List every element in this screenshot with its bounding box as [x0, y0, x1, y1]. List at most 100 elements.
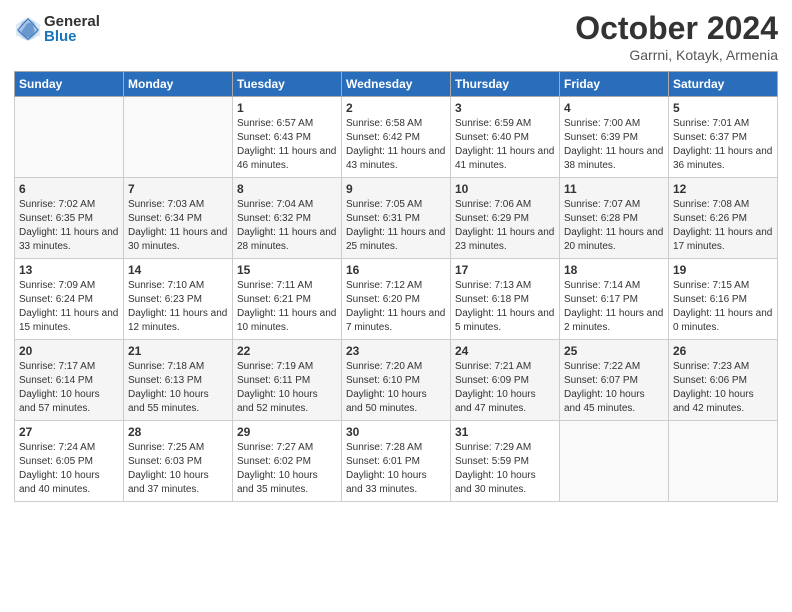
day-detail: Sunrise: 7:06 AMSunset: 6:29 PMDaylight:…: [455, 198, 555, 254]
logo-text: General Blue: [44, 14, 100, 44]
calendar-cell: [15, 97, 124, 178]
day-number: 10: [455, 182, 555, 196]
day-detail: Sunrise: 7:18 AMSunset: 6:13 PMDaylight:…: [128, 360, 228, 416]
day-detail: Sunrise: 7:12 AMSunset: 6:20 PMDaylight:…: [346, 279, 446, 335]
day-detail: Sunrise: 7:29 AMSunset: 5:59 PMDaylight:…: [455, 441, 555, 497]
day-detail: Sunrise: 7:21 AMSunset: 6:09 PMDaylight:…: [455, 360, 555, 416]
logo-blue: Blue: [44, 29, 100, 44]
page-container: General Blue October 2024 Garrni, Kotayk…: [0, 0, 792, 516]
weekday-header: Thursday: [451, 72, 560, 97]
calendar-cell: 2 Sunrise: 6:58 AMSunset: 6:42 PMDayligh…: [342, 97, 451, 178]
calendar-cell: 27 Sunrise: 7:24 AMSunset: 6:05 PMDaylig…: [15, 421, 124, 502]
calendar-cell: 24 Sunrise: 7:21 AMSunset: 6:09 PMDaylig…: [451, 340, 560, 421]
day-detail: Sunrise: 7:08 AMSunset: 6:26 PMDaylight:…: [673, 198, 773, 254]
day-number: 12: [673, 182, 773, 196]
calendar-cell: 7 Sunrise: 7:03 AMSunset: 6:34 PMDayligh…: [124, 178, 233, 259]
calendar-cell: 3 Sunrise: 6:59 AMSunset: 6:40 PMDayligh…: [451, 97, 560, 178]
calendar-table: SundayMondayTuesdayWednesdayThursdayFrid…: [14, 71, 778, 502]
day-detail: Sunrise: 7:04 AMSunset: 6:32 PMDaylight:…: [237, 198, 337, 254]
day-detail: Sunrise: 6:57 AMSunset: 6:43 PMDaylight:…: [237, 117, 337, 173]
calendar-cell: 31 Sunrise: 7:29 AMSunset: 5:59 PMDaylig…: [451, 421, 560, 502]
calendar-cell: [669, 421, 778, 502]
calendar-cell: 22 Sunrise: 7:19 AMSunset: 6:11 PMDaylig…: [233, 340, 342, 421]
day-detail: Sunrise: 7:20 AMSunset: 6:10 PMDaylight:…: [346, 360, 446, 416]
logo: General Blue: [14, 14, 100, 44]
day-detail: Sunrise: 7:19 AMSunset: 6:11 PMDaylight:…: [237, 360, 337, 416]
day-detail: Sunrise: 7:02 AMSunset: 6:35 PMDaylight:…: [19, 198, 119, 254]
day-number: 3: [455, 101, 555, 115]
day-number: 19: [673, 263, 773, 277]
calendar-cell: 13 Sunrise: 7:09 AMSunset: 6:24 PMDaylig…: [15, 259, 124, 340]
day-number: 20: [19, 344, 119, 358]
calendar-week-row: 27 Sunrise: 7:24 AMSunset: 6:05 PMDaylig…: [15, 421, 778, 502]
weekday-header: Sunday: [15, 72, 124, 97]
day-number: 13: [19, 263, 119, 277]
day-number: 18: [564, 263, 664, 277]
day-detail: Sunrise: 7:01 AMSunset: 6:37 PMDaylight:…: [673, 117, 773, 173]
day-number: 25: [564, 344, 664, 358]
day-detail: Sunrise: 6:58 AMSunset: 6:42 PMDaylight:…: [346, 117, 446, 173]
calendar-cell: 10 Sunrise: 7:06 AMSunset: 6:29 PMDaylig…: [451, 178, 560, 259]
day-detail: Sunrise: 6:59 AMSunset: 6:40 PMDaylight:…: [455, 117, 555, 173]
day-number: 6: [19, 182, 119, 196]
day-detail: Sunrise: 7:09 AMSunset: 6:24 PMDaylight:…: [19, 279, 119, 335]
calendar-location: Garrni, Kotayk, Armenia: [575, 47, 778, 63]
calendar-cell: 18 Sunrise: 7:14 AMSunset: 6:17 PMDaylig…: [560, 259, 669, 340]
calendar-cell: 20 Sunrise: 7:17 AMSunset: 6:14 PMDaylig…: [15, 340, 124, 421]
day-detail: Sunrise: 7:25 AMSunset: 6:03 PMDaylight:…: [128, 441, 228, 497]
weekday-header: Monday: [124, 72, 233, 97]
calendar-cell: 12 Sunrise: 7:08 AMSunset: 6:26 PMDaylig…: [669, 178, 778, 259]
weekday-header: Saturday: [669, 72, 778, 97]
day-number: 7: [128, 182, 228, 196]
day-detail: Sunrise: 7:17 AMSunset: 6:14 PMDaylight:…: [19, 360, 119, 416]
day-number: 29: [237, 425, 337, 439]
day-number: 28: [128, 425, 228, 439]
calendar-week-row: 6 Sunrise: 7:02 AMSunset: 6:35 PMDayligh…: [15, 178, 778, 259]
day-detail: Sunrise: 7:10 AMSunset: 6:23 PMDaylight:…: [128, 279, 228, 335]
calendar-cell: 15 Sunrise: 7:11 AMSunset: 6:21 PMDaylig…: [233, 259, 342, 340]
day-number: 17: [455, 263, 555, 277]
calendar-cell: 4 Sunrise: 7:00 AMSunset: 6:39 PMDayligh…: [560, 97, 669, 178]
day-detail: Sunrise: 7:24 AMSunset: 6:05 PMDaylight:…: [19, 441, 119, 497]
day-number: 4: [564, 101, 664, 115]
day-number: 27: [19, 425, 119, 439]
weekday-header: Wednesday: [342, 72, 451, 97]
calendar-cell: 11 Sunrise: 7:07 AMSunset: 6:28 PMDaylig…: [560, 178, 669, 259]
day-number: 31: [455, 425, 555, 439]
calendar-cell: 26 Sunrise: 7:23 AMSunset: 6:06 PMDaylig…: [669, 340, 778, 421]
day-number: 15: [237, 263, 337, 277]
day-number: 5: [673, 101, 773, 115]
day-detail: Sunrise: 7:13 AMSunset: 6:18 PMDaylight:…: [455, 279, 555, 335]
calendar-cell: 9 Sunrise: 7:05 AMSunset: 6:31 PMDayligh…: [342, 178, 451, 259]
day-number: 14: [128, 263, 228, 277]
day-number: 8: [237, 182, 337, 196]
day-number: 23: [346, 344, 446, 358]
day-detail: Sunrise: 7:03 AMSunset: 6:34 PMDaylight:…: [128, 198, 228, 254]
title-block: October 2024 Garrni, Kotayk, Armenia: [575, 10, 778, 63]
calendar-header-row: SundayMondayTuesdayWednesdayThursdayFrid…: [15, 72, 778, 97]
day-number: 9: [346, 182, 446, 196]
calendar-cell: 6 Sunrise: 7:02 AMSunset: 6:35 PMDayligh…: [15, 178, 124, 259]
day-detail: Sunrise: 7:14 AMSunset: 6:17 PMDaylight:…: [564, 279, 664, 335]
calendar-cell: 8 Sunrise: 7:04 AMSunset: 6:32 PMDayligh…: [233, 178, 342, 259]
page-header: General Blue October 2024 Garrni, Kotayk…: [14, 10, 778, 63]
calendar-cell: 28 Sunrise: 7:25 AMSunset: 6:03 PMDaylig…: [124, 421, 233, 502]
calendar-cell: 19 Sunrise: 7:15 AMSunset: 6:16 PMDaylig…: [669, 259, 778, 340]
calendar-cell: 5 Sunrise: 7:01 AMSunset: 6:37 PMDayligh…: [669, 97, 778, 178]
calendar-cell: 14 Sunrise: 7:10 AMSunset: 6:23 PMDaylig…: [124, 259, 233, 340]
calendar-cell: [560, 421, 669, 502]
calendar-week-row: 13 Sunrise: 7:09 AMSunset: 6:24 PMDaylig…: [15, 259, 778, 340]
day-number: 11: [564, 182, 664, 196]
day-detail: Sunrise: 7:11 AMSunset: 6:21 PMDaylight:…: [237, 279, 337, 335]
calendar-title: October 2024: [575, 10, 778, 47]
calendar-week-row: 20 Sunrise: 7:17 AMSunset: 6:14 PMDaylig…: [15, 340, 778, 421]
day-detail: Sunrise: 7:15 AMSunset: 6:16 PMDaylight:…: [673, 279, 773, 335]
day-detail: Sunrise: 7:07 AMSunset: 6:28 PMDaylight:…: [564, 198, 664, 254]
calendar-cell: 16 Sunrise: 7:12 AMSunset: 6:20 PMDaylig…: [342, 259, 451, 340]
day-detail: Sunrise: 7:00 AMSunset: 6:39 PMDaylight:…: [564, 117, 664, 173]
day-detail: Sunrise: 7:22 AMSunset: 6:07 PMDaylight:…: [564, 360, 664, 416]
calendar-week-row: 1 Sunrise: 6:57 AMSunset: 6:43 PMDayligh…: [15, 97, 778, 178]
day-detail: Sunrise: 7:23 AMSunset: 6:06 PMDaylight:…: [673, 360, 773, 416]
day-number: 26: [673, 344, 773, 358]
day-number: 30: [346, 425, 446, 439]
